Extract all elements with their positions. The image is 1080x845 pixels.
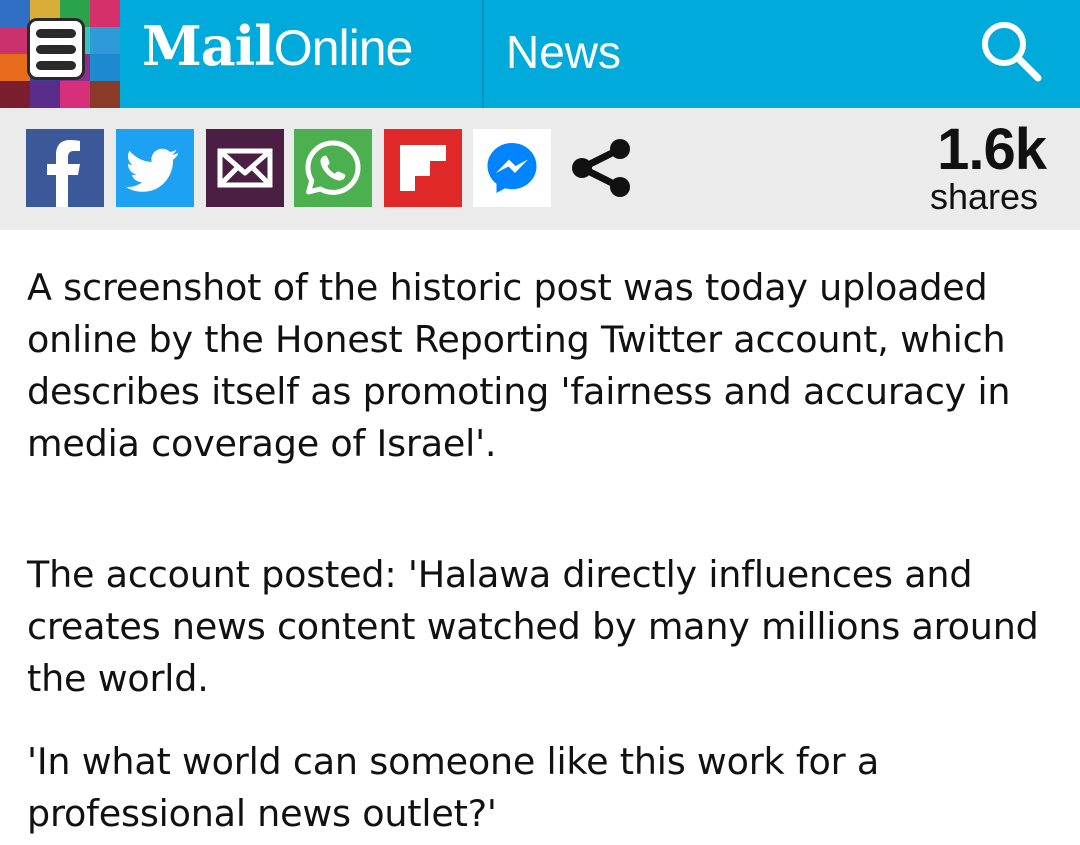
hamburger-menu-icon[interactable] — [27, 18, 85, 80]
share-count: 1.6k — [937, 117, 1047, 182]
more-share-button[interactable] — [562, 129, 640, 207]
site-header: MailOnline News — [0, 0, 1080, 108]
search-button[interactable] — [978, 18, 1044, 84]
twitter-share-button[interactable] — [116, 129, 194, 207]
whatsapp-share-button[interactable] — [294, 129, 372, 207]
logo-mail-text: Mail — [142, 14, 275, 78]
facebook-icon — [26, 129, 104, 207]
share-bar: 1.6k shares — [0, 108, 1080, 230]
share-count-block: 1.6k shares — [929, 117, 1047, 217]
messenger-share-button[interactable] — [473, 129, 551, 207]
email-icon — [206, 129, 284, 207]
facebook-share-button[interactable] — [26, 129, 104, 207]
share-count-label: shares — [929, 176, 1038, 217]
header-divider — [482, 0, 484, 108]
email-share-button[interactable] — [206, 129, 284, 207]
share-icon — [572, 139, 630, 197]
messenger-icon — [473, 129, 551, 207]
article-paragraph: The account posted: 'Halawa directly inf… — [27, 553, 1039, 700]
mailonline-logo[interactable]: MailOnline — [142, 6, 414, 86]
article-paragraph: 'In what world can someone like this wor… — [27, 740, 880, 835]
article-page: MailOnline News 1.6k shares A screenshot… — [0, 0, 1080, 845]
article-paragraph: A screenshot of the historic post was to… — [27, 266, 1011, 465]
flipboard-share-button[interactable] — [384, 129, 462, 207]
twitter-icon — [116, 129, 194, 207]
section-title-news[interactable]: News — [506, 24, 621, 80]
whatsapp-icon — [294, 129, 372, 207]
flipboard-icon — [384, 129, 462, 207]
logo-online-text: Online — [273, 20, 414, 76]
article-body: A screenshot of the historic post was to… — [27, 262, 1067, 840]
search-icon — [982, 22, 1042, 82]
